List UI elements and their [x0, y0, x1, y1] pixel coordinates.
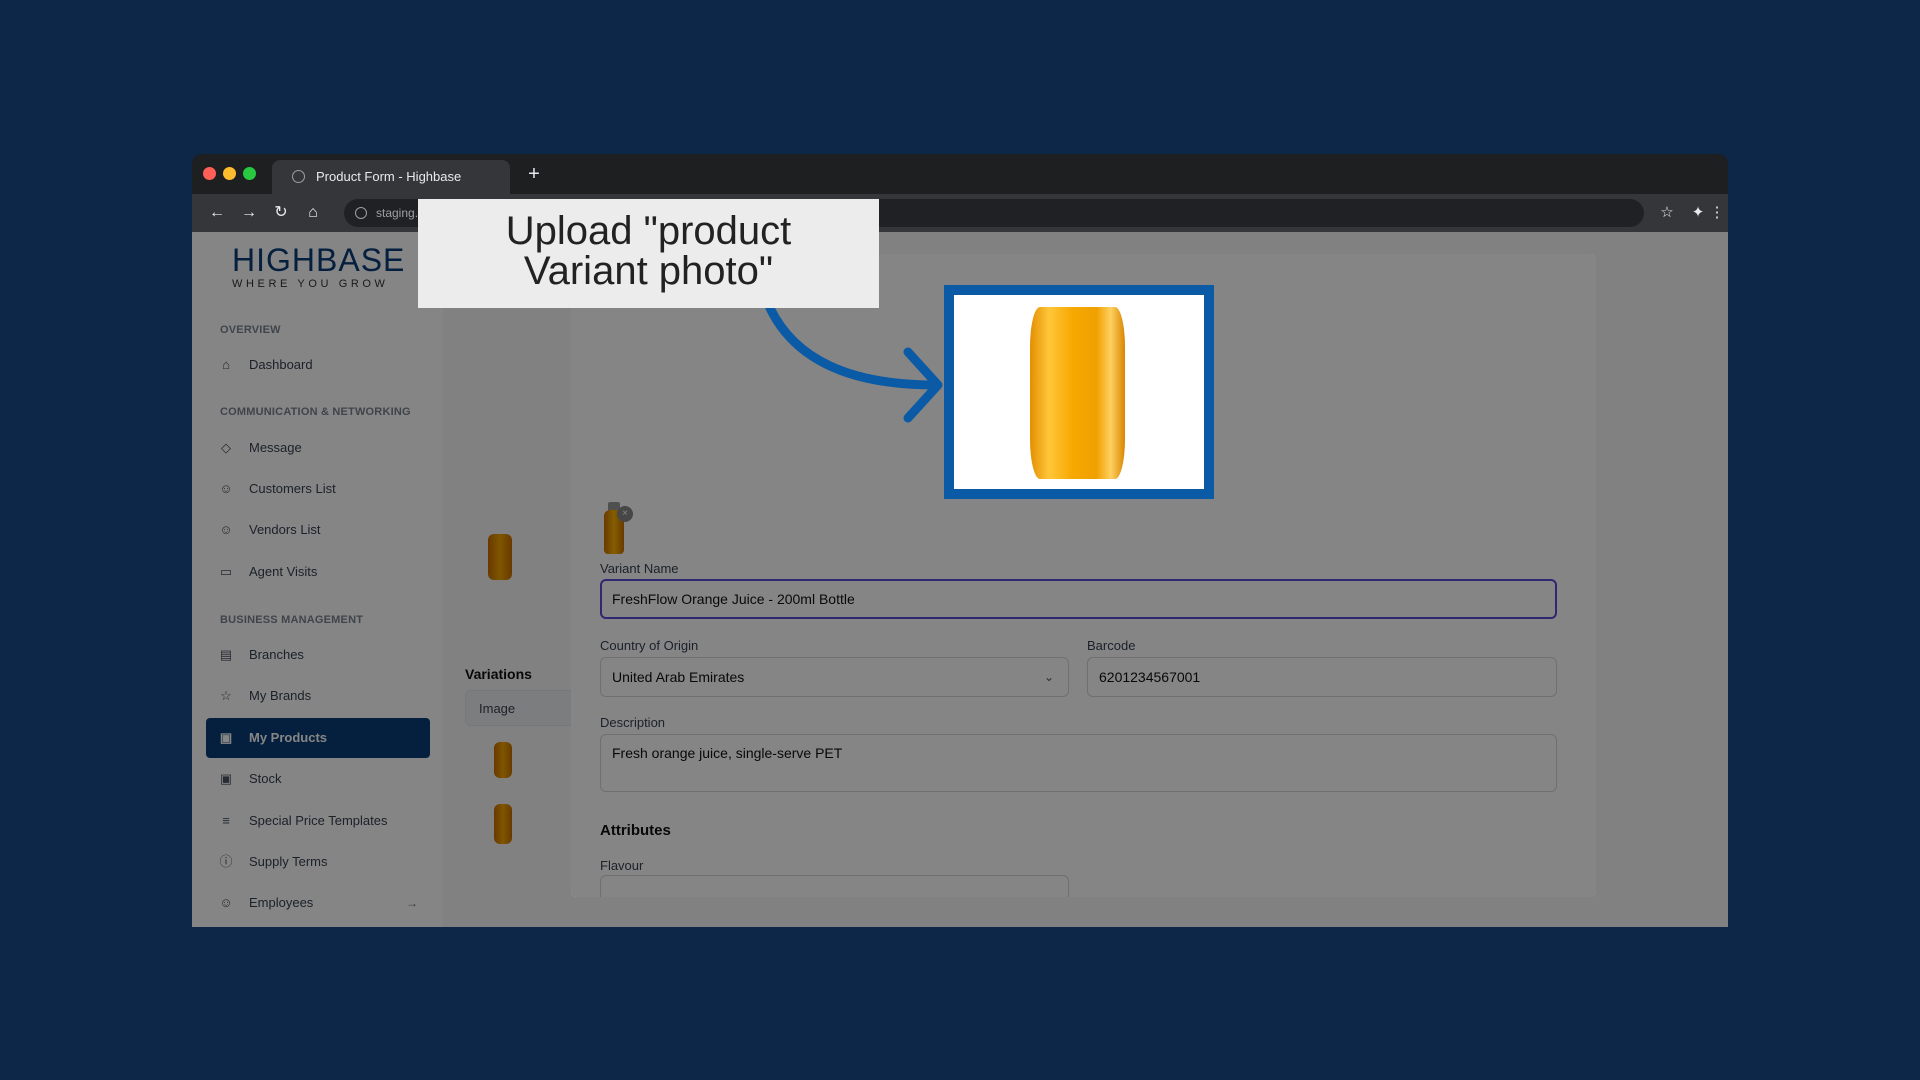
site-info-icon[interactable]: [355, 207, 367, 219]
tab-title: Product Form - Highbase: [316, 169, 462, 184]
minimize-window-button[interactable]: [223, 167, 236, 180]
forward-icon[interactable]: →: [238, 202, 260, 224]
globe-icon: [292, 170, 305, 183]
orange-juice-bottle-image: [1030, 307, 1125, 479]
barcode-label: Barcode: [1087, 638, 1136, 653]
callout-text-line-2: Variant photo": [523, 249, 774, 293]
chevron-down-icon: ⌄: [1043, 670, 1054, 684]
remove-image-icon[interactable]: ×: [617, 506, 633, 522]
variant-name-input[interactable]: FreshFlow Orange Juice - 200ml Bottle: [600, 579, 1557, 619]
back-icon[interactable]: ←: [206, 202, 228, 224]
new-tab-button[interactable]: +: [520, 160, 548, 188]
country-of-origin-select[interactable]: United Arab Emirates ⌄: [600, 657, 1069, 697]
flavour-select[interactable]: [600, 875, 1069, 897]
barcode-input[interactable]: 6201234567001: [1087, 657, 1557, 697]
country-of-origin-label: Country of Origin: [600, 638, 699, 653]
home-icon[interactable]: ⌂: [302, 202, 324, 224]
tutorial-callout: Upload "product Variant photo": [418, 199, 879, 308]
uploaded-variant-thumbnail: ×: [601, 502, 633, 556]
browser-tab[interactable]: Product Form - Highbase: [272, 160, 510, 194]
maximize-window-button[interactable]: [243, 167, 256, 180]
description-textarea[interactable]: Fresh orange juice, single-serve PET: [600, 734, 1557, 792]
browser-menu-icon[interactable]: ⋮: [1706, 202, 1728, 224]
country-of-origin-value: United Arab Emirates: [612, 669, 745, 685]
attributes-title: Attributes: [600, 822, 671, 839]
close-window-button[interactable]: [203, 167, 216, 180]
bookmark-star-icon[interactable]: ☆: [1656, 202, 1678, 224]
description-label: Description: [600, 715, 666, 730]
variant-name-label: Variant Name: [600, 561, 679, 576]
callout-text-line-1: Upload "product: [505, 209, 792, 253]
reload-icon[interactable]: ↻: [270, 202, 292, 224]
callout-arrow-icon: [765, 303, 943, 423]
variant-photo-highlight[interactable]: [944, 285, 1214, 499]
browser-titlebar: Product Form - Highbase +: [192, 154, 1728, 194]
flavour-label: Flavour: [600, 858, 644, 873]
